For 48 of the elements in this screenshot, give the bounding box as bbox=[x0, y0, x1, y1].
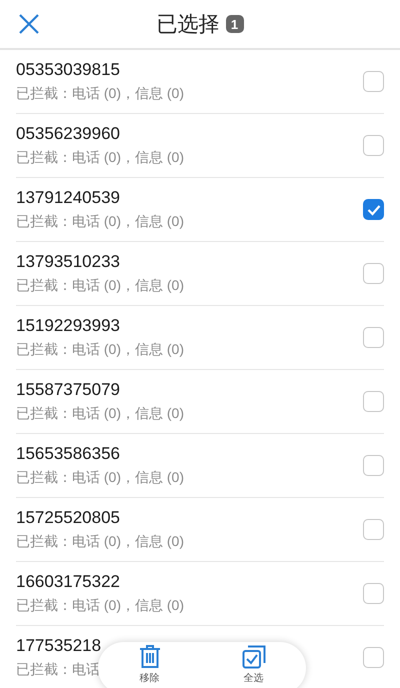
phone-number: 05356239960 bbox=[16, 124, 120, 144]
checkbox[interactable] bbox=[363, 135, 384, 156]
close-icon bbox=[18, 13, 40, 35]
number-row[interactable]: 16603175322 已拦截：电话 (0)，信息 (0) bbox=[16, 562, 384, 626]
screen-title: 已选择 bbox=[156, 12, 220, 38]
phone-number: 15725520805 bbox=[16, 508, 120, 528]
phone-number: 15587375079 bbox=[16, 380, 120, 400]
checkbox[interactable] bbox=[363, 455, 384, 476]
checkbox[interactable] bbox=[363, 263, 384, 284]
number-row[interactable]: 15587375079 已拦截：电话 (0)，信息 (0) bbox=[16, 370, 384, 434]
phone-number: 15653586356 bbox=[16, 444, 120, 464]
phone-number: 13791240539 bbox=[16, 188, 120, 208]
number-row[interactable]: 13791240539 已拦截：电话 (0)，信息 (0) bbox=[16, 178, 384, 242]
block-summary: 已拦截：电话 (0)，信息 (0) bbox=[16, 213, 184, 231]
checkbox[interactable] bbox=[363, 199, 384, 220]
block-summary: 已拦截：电话 (0)，信息 (0) bbox=[16, 597, 184, 615]
checkbox[interactable] bbox=[363, 71, 384, 92]
block-summary: 已拦截：电话 (0)，信息 (0) bbox=[16, 277, 184, 295]
checkbox[interactable] bbox=[363, 391, 384, 412]
number-row[interactable]: 13793510233 已拦截：电话 (0)，信息 (0) bbox=[16, 242, 384, 306]
checkbox[interactable] bbox=[363, 519, 384, 540]
number-row[interactable]: 05353039815 已拦截：电话 (0)，信息 (0) bbox=[16, 50, 384, 114]
trash-icon bbox=[138, 645, 160, 669]
block-summary: 已拦截：电话 (0)，信息 (0) bbox=[16, 469, 184, 487]
phone-number: 16603175322 bbox=[16, 572, 120, 592]
check-icon bbox=[366, 204, 380, 216]
phone-number: 05353039815 bbox=[16, 60, 120, 80]
phone-number: 13793510233 bbox=[16, 252, 120, 272]
count-badge: 1 bbox=[226, 15, 244, 33]
block-summary: 已拦截：电话 (0)，信息 (0) bbox=[16, 533, 184, 551]
checkbox[interactable] bbox=[363, 327, 384, 348]
phone-number: 15192293993 bbox=[16, 316, 120, 336]
block-summary: 已拦截：电话 (0)，信息 (0) bbox=[16, 149, 184, 167]
block-summary: 已拦截：电话 (0)，信息 (0) bbox=[16, 85, 184, 103]
number-row[interactable]: 15653586356 已拦截：电话 (0)，信息 (0) bbox=[16, 434, 384, 498]
checkbox[interactable] bbox=[363, 647, 384, 668]
block-summary: 已拦截：电话 bbox=[16, 661, 100, 679]
block-summary: 已拦截：电话 (0)，信息 (0) bbox=[16, 341, 184, 359]
remove-button[interactable]: 移除 bbox=[132, 643, 166, 687]
checkbox[interactable] bbox=[363, 583, 384, 604]
check-square-icon bbox=[242, 645, 266, 669]
close-button[interactable] bbox=[18, 13, 40, 35]
number-row[interactable]: 15725520805 已拦截：电话 (0)，信息 (0) bbox=[16, 498, 384, 562]
phone-number: 177535218 bbox=[16, 636, 102, 656]
block-summary: 已拦截：电话 (0)，信息 (0) bbox=[16, 405, 184, 423]
number-row[interactable]: 05356239960 已拦截：电话 (0)，信息 (0) bbox=[16, 114, 384, 178]
select-all-button[interactable]: 全选 bbox=[236, 643, 272, 687]
number-row[interactable]: 15192293993 已拦截：电话 (0)，信息 (0) bbox=[16, 306, 384, 370]
